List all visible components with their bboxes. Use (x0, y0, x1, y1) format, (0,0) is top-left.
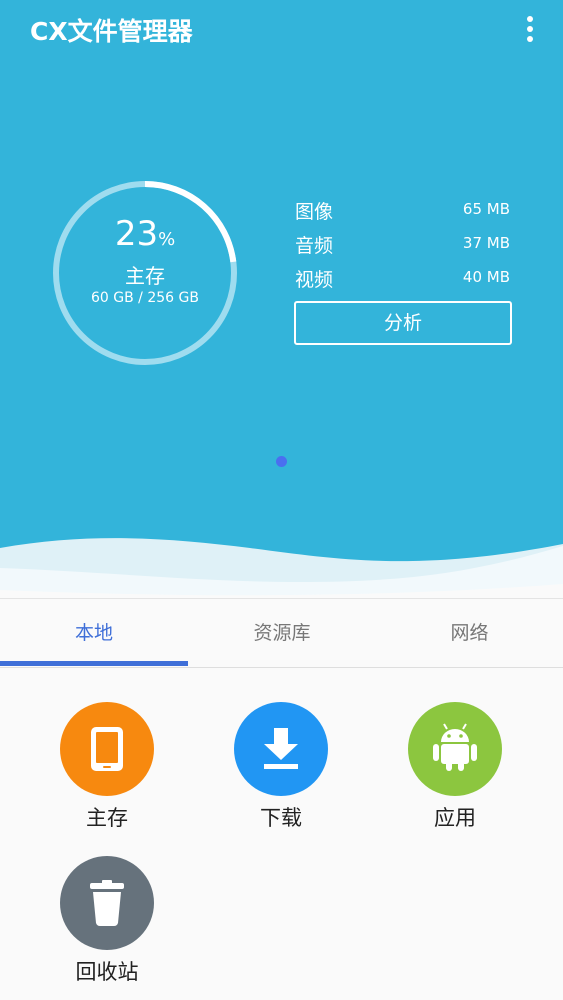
storage-percent: 23% (114, 214, 176, 254)
stat-value: 65 MB (462, 200, 510, 218)
storage-name: 主存 (125, 264, 165, 288)
shortcut-label: 主存 (86, 806, 128, 830)
more-options-icon (527, 16, 533, 22)
stat-audio: 音频 37 MB (295, 231, 510, 259)
tab-local[interactable]: 本地 (0, 599, 188, 667)
shortcut-icon-circle (234, 702, 328, 796)
tab-network[interactable]: 网络 (376, 599, 563, 667)
shortcut-icon-circle (60, 702, 154, 796)
shortcut-label: 下载 (260, 806, 302, 830)
active-tab-indicator (0, 661, 188, 666)
shortcut-main-storage[interactable]: 主存 (37, 702, 177, 842)
wave-decoration (0, 538, 563, 600)
shortcut-icon-circle (408, 702, 502, 796)
storage-overview-panel: CX文件管理器 23% 主存 60 GB / 256 GB 图像 65 MB 音… (0, 0, 563, 600)
analyze-button[interactable]: 分析 (294, 301, 512, 345)
stat-value: 37 MB (462, 234, 510, 252)
shortcut-icon-circle (60, 856, 154, 950)
trash-icon (90, 880, 124, 926)
download-icon (264, 728, 298, 769)
shortcut-label: 回收站 (75, 960, 139, 984)
stat-label: 视频 (295, 269, 334, 291)
shortcut-label: 应用 (434, 806, 476, 830)
storage-capacity: 60 GB / 256 GB (91, 290, 199, 306)
stat-label: 音频 (295, 235, 334, 257)
storage-usage-ring[interactable]: 23% 主存 60 GB / 256 GB (52, 180, 238, 366)
phone-icon (91, 727, 123, 771)
android-icon (433, 723, 477, 771)
shortcut-apps[interactable]: 应用 (385, 702, 525, 842)
tab-library[interactable]: 资源库 (188, 599, 376, 667)
stat-value: 40 MB (462, 268, 510, 286)
stat-images: 图像 65 MB (295, 197, 510, 225)
shortcut-downloads[interactable]: 下载 (211, 702, 351, 842)
more-options-button[interactable] (516, 12, 544, 46)
shortcut-recycle-bin[interactable]: 回收站 (37, 856, 177, 996)
app-title: CX文件管理器 (30, 17, 193, 46)
stat-video: 视频 40 MB (295, 265, 510, 293)
tab-bar: 本地 资源库 网络 (0, 598, 563, 668)
stat-label: 图像 (295, 201, 334, 223)
page-indicator-dot (276, 456, 287, 467)
